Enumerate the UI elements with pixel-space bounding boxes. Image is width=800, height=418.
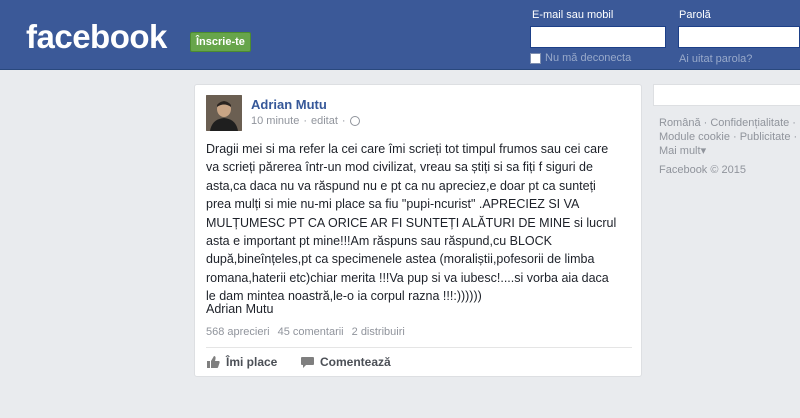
footer-link-more[interactable]: Mai mult▾	[659, 145, 706, 157]
facebook-logo[interactable]: facebook	[26, 18, 167, 56]
remember-label: Nu mă deconecta	[545, 52, 632, 64]
remember-me[interactable]: Nu mă deconecta	[530, 52, 631, 64]
post-author[interactable]: Adrian Mutu	[251, 97, 327, 112]
password-field[interactable]	[678, 26, 800, 48]
signup-button[interactable]: Înscrie-te	[190, 32, 251, 52]
email-field[interactable]	[530, 26, 666, 48]
remember-checkbox[interactable]	[530, 52, 541, 64]
comments-count[interactable]: 45 comentarii	[278, 326, 344, 338]
footer-link-ads[interactable]: Publicitate	[740, 131, 791, 143]
sidebar-box	[653, 84, 800, 106]
email-label: E-mail sau mobil	[532, 9, 614, 21]
top-navigation-bar: facebook Înscrie-te E-mail sau mobil Par…	[0, 0, 800, 70]
comment-label: Comentează	[320, 355, 391, 369]
post-time[interactable]: 10 minute	[251, 115, 299, 127]
footer-link-romana[interactable]: Română	[659, 117, 701, 129]
avatar[interactable]	[206, 95, 242, 131]
globe-icon[interactable]	[349, 116, 360, 126]
post-stats: 568 aprecieri 45 comentarii 2 distribuir…	[206, 326, 405, 338]
post-card: Adrian Mutu 10 minute · editat · Dragii …	[194, 84, 642, 377]
post-meta: 10 minute · editat ·	[251, 115, 360, 127]
caret-down-icon: ▾	[700, 145, 707, 157]
comment-button[interactable]: Comentează	[301, 355, 391, 369]
like-button[interactable]: Îmi place	[207, 355, 277, 369]
meta-separator: ·	[341, 115, 346, 127]
meta-separator: ·	[303, 115, 307, 127]
actions-divider	[206, 347, 632, 348]
likes-count[interactable]: 568 aprecieri	[206, 326, 270, 338]
footer-link-more-label: Mai mult	[659, 145, 701, 157]
post-signature: Adrian Mutu	[206, 302, 274, 316]
edited-label[interactable]: editat	[311, 115, 338, 127]
post-body: Dragii mei si ma refer la cei care îmi s…	[206, 142, 617, 304]
forgot-password-link[interactable]: Ai uitat parola?	[679, 53, 752, 65]
shares-count[interactable]: 2 distribuiri	[352, 326, 405, 338]
copyright: Facebook © 2015	[659, 164, 746, 176]
password-label: Parolă	[679, 9, 711, 21]
footer-link-privacy[interactable]: Confidențialitate	[710, 117, 789, 129]
footer-link-cookies[interactable]: Module cookie	[659, 131, 730, 143]
like-label: Îmi place	[226, 355, 278, 369]
footer-links: Română · Confidențialitate · Module cook…	[659, 117, 798, 157]
comment-icon	[301, 356, 314, 368]
thumbs-up-icon	[207, 356, 220, 368]
